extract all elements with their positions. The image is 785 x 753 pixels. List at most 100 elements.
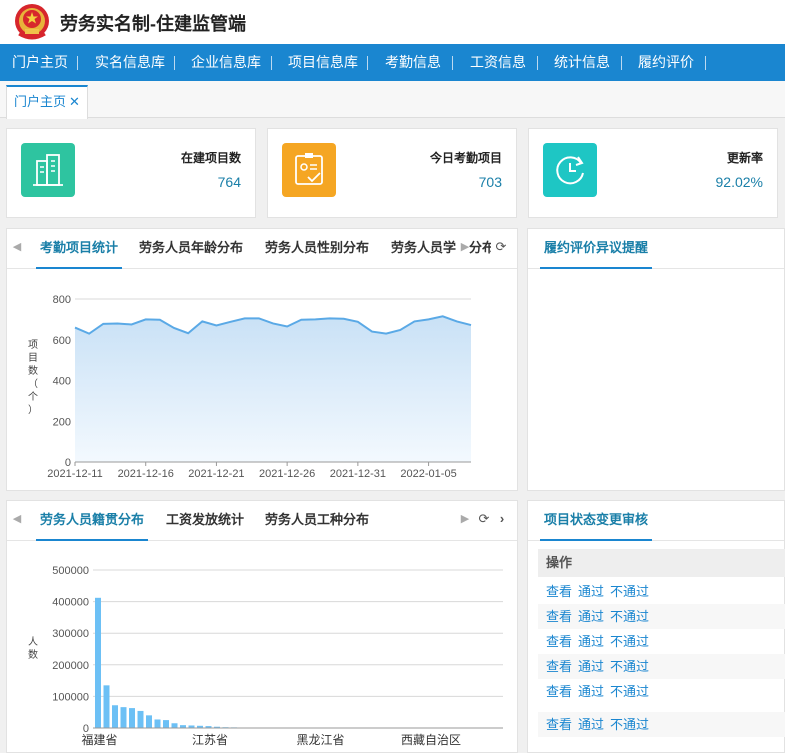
x-tick-label: 2021-12-26: [259, 468, 315, 480]
view-link[interactable]: 查看: [546, 584, 572, 599]
y-tick-label: 600: [53, 335, 71, 347]
view-link[interactable]: 查看: [546, 717, 572, 732]
approve-link[interactable]: 通过: [578, 609, 604, 624]
tab-status-audit[interactable]: 项目状态变更审核: [540, 501, 653, 541]
scroll-left-icon[interactable]: ◀: [11, 509, 23, 529]
panel-tab-bar: 履约评价异议提醒: [528, 229, 784, 269]
close-icon[interactable]: ✕: [69, 94, 80, 109]
nav-divider: [705, 56, 706, 70]
tab-home[interactable]: 门户主页 ✕: [6, 85, 88, 119]
reject-link[interactable]: 不通过: [610, 717, 649, 732]
table-row: 查看 通过 不通过: [538, 629, 785, 654]
tab-gender-distribution[interactable]: 劳务人员性别分布: [261, 229, 373, 269]
nav-item-project-info[interactable]: 项目信息库: [288, 44, 358, 81]
bar: [171, 723, 178, 728]
nav-divider: [271, 56, 272, 70]
refresh-icon[interactable]: ⟳: [477, 509, 491, 529]
tab-partial[interactable]: 分布: [469, 229, 491, 269]
app-title: 劳务实名制-住建监管端: [60, 14, 246, 34]
nav-divider: [367, 56, 368, 70]
panel-tab-bar: 项目状态变更审核: [528, 501, 784, 541]
y-tick-label: 400: [53, 376, 71, 388]
bar: [137, 710, 144, 728]
x-tick-label: 西藏自治区: [401, 733, 461, 747]
nav-divider: [452, 56, 453, 70]
nav-item-enterprise-info[interactable]: 企业信息库: [191, 44, 261, 81]
x-tick-label: 2021-12-21: [188, 468, 244, 480]
bar: [95, 597, 101, 728]
tab-education-distribution[interactable]: 劳务人员学: [387, 229, 463, 269]
dispute-reminder-panel: 履约评价异议提醒: [527, 228, 785, 491]
table-header-operation: 操作: [538, 549, 785, 577]
attendance-line-chart: 02004006008002021-12-11 2021-12-16 2021-12…: [28, 294, 472, 480]
reject-link[interactable]: 不通过: [610, 659, 649, 674]
stat-value: 764: [217, 174, 241, 190]
y-tick-label: 200: [53, 416, 71, 428]
bar: [129, 708, 135, 728]
nav-item-attendance[interactable]: 考勤信息: [385, 44, 441, 81]
reject-link[interactable]: 不通过: [610, 584, 649, 599]
stat-value: 92.02%: [715, 174, 763, 190]
approve-link[interactable]: 通过: [578, 684, 604, 699]
y-axis-label: 人数: [28, 636, 38, 661]
app-header: 劳务实名制-住建监管端: [0, 0, 785, 44]
chevron-right-icon[interactable]: ›: [495, 509, 509, 529]
national-emblem-icon: [15, 4, 49, 40]
refresh-icon[interactable]: ⟳: [494, 237, 508, 257]
reject-link[interactable]: 不通过: [610, 684, 649, 699]
y-tick-label: 300000: [52, 628, 89, 640]
scroll-left-icon[interactable]: ◀: [11, 237, 23, 257]
view-link[interactable]: 查看: [546, 684, 572, 699]
refresh-clock-icon: [543, 143, 597, 197]
stat-card-projects: 在建项目数 764: [6, 128, 256, 218]
view-link[interactable]: 查看: [546, 609, 572, 624]
view-link[interactable]: 查看: [546, 634, 572, 649]
y-axis-label: 项目数（个）: [28, 339, 38, 416]
nav-divider: [537, 56, 538, 70]
y-tick-label: 100000: [52, 691, 89, 703]
reject-link[interactable]: 不通过: [610, 609, 649, 624]
nav-item-performance-eval[interactable]: 履约评价: [638, 44, 694, 81]
bar: [154, 719, 161, 728]
tab-origin-distribution[interactable]: 劳务人员籍贯分布: [36, 501, 149, 541]
bar: [103, 685, 110, 728]
approve-link[interactable]: 通过: [578, 584, 604, 599]
project-status-audit-panel: 项目状态变更审核 操作 查看 通过 不通过 查看 通过 不通过 查看 通过 不通过 查看 通过 不通过…: [527, 500, 785, 753]
approve-link[interactable]: 通过: [578, 659, 604, 674]
nav-item-wages[interactable]: 工资信息: [470, 44, 526, 81]
tab-age-distribution[interactable]: 劳务人员年龄分布: [135, 229, 247, 269]
nav-divider: [174, 56, 175, 70]
x-tick-label: 2021-12-11: [47, 468, 102, 480]
scroll-right-icon[interactable]: ▶: [459, 509, 471, 529]
panel-tab-bar: ◀ 劳务人员籍贯分布 工资发放统计 劳务人员工种分布 ▶ ⟳ ›: [7, 501, 517, 541]
stat-card-attendance: 今日考勤项目 703: [267, 128, 517, 218]
reject-link[interactable]: 不通过: [610, 634, 649, 649]
stat-card-update-rate: 更新率 92.02%: [528, 128, 778, 218]
bar: [120, 707, 127, 728]
bar: [146, 715, 152, 728]
origin-bar-chart: 0100000200000300000400000500000福建省 江苏省 黑龙江…: [28, 565, 503, 747]
approve-link[interactable]: 通过: [578, 717, 604, 732]
x-tick-label: 2021-12-31: [330, 468, 386, 480]
nav-item-statistics[interactable]: 统计信息: [554, 44, 610, 81]
table-row: 查看 通过 不通过: [538, 604, 785, 629]
nav-item-realname-info[interactable]: 实名信息库: [95, 44, 165, 81]
main-navbar: 门户主页 实名信息库 企业信息库 项目信息库 考勤信息 工资信息 统计信息 履约…: [0, 44, 785, 81]
approve-link[interactable]: 通过: [578, 634, 604, 649]
series-area: [75, 316, 471, 462]
tab-attendance-stats[interactable]: 考勤项目统计: [36, 229, 123, 269]
nav-item-home[interactable]: 门户主页: [12, 44, 68, 81]
tab-dispute-reminder[interactable]: 履约评价异议提醒: [540, 229, 653, 269]
x-tick-label: 黑龙江省: [296, 733, 344, 747]
y-tick-label: 500000: [52, 565, 89, 577]
table-row: 查看 通过 不通过: [538, 679, 785, 704]
y-tick-label: 800: [53, 294, 71, 306]
view-link[interactable]: 查看: [546, 659, 572, 674]
attendance-chart-panel: ◀ 考勤项目统计 劳务人员年龄分布 劳务人员性别分布 劳务人员学 ▶ 分布 ⟳ …: [6, 228, 518, 491]
building-icon: [21, 143, 75, 197]
y-tick-label: 200000: [52, 660, 89, 672]
table-row: 查看 通过 不通过: [538, 712, 785, 737]
tab-job-type-distribution[interactable]: 劳务人员工种分布: [261, 501, 373, 541]
tab-wage-stats[interactable]: 工资发放统计: [162, 501, 248, 541]
nav-divider: [77, 56, 78, 70]
